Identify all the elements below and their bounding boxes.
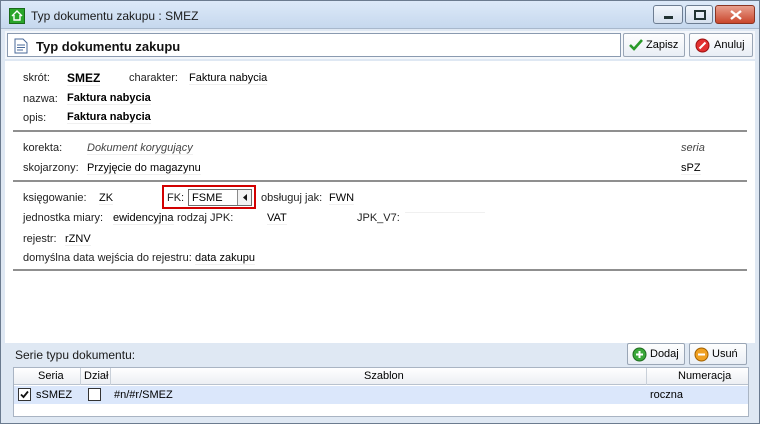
rejestr-value[interactable]: rZNV: [65, 233, 91, 246]
opis-value[interactable]: Faktura nabycia: [67, 111, 151, 124]
form-panel: skrót: SMEZ charakter: Faktura nabycia n…: [5, 61, 755, 343]
minimize-button[interactable]: [653, 5, 683, 24]
nazwa-value[interactable]: Faktura nabycia: [67, 92, 151, 105]
jpk-v7-label: JPK_V7:: [357, 212, 400, 224]
page-title: Typ dokumentu zakupu: [36, 39, 181, 54]
main-window: Typ dokumentu zakupu : SMEZ Typ dokument…: [0, 0, 760, 424]
remove-label: Usuń: [712, 348, 738, 360]
maximize-button[interactable]: [685, 5, 713, 24]
column-header-seria[interactable]: Seria: [38, 370, 64, 382]
column-header-szablon[interactable]: Szablon: [364, 370, 404, 382]
series-title: Serie typu dokumentu:: [15, 348, 136, 362]
fk-input[interactable]: FSME: [188, 189, 252, 206]
minimize-icon: [664, 16, 673, 19]
checkmark-icon: [629, 39, 643, 51]
save-label: Zapisz: [646, 39, 679, 51]
row-select-checkbox[interactable]: [18, 388, 31, 401]
seria-label: seria: [681, 142, 705, 154]
separator-1: [13, 130, 747, 132]
obsluguj-label: obsługuj jak:: [261, 192, 323, 204]
domyslna-data-value[interactable]: data zakupu: [195, 252, 255, 265]
series-section: Serie typu dokumentu: Dodaj Usuń Seria D…: [5, 343, 755, 421]
header-title-box: Typ dokumentu zakupu: [7, 33, 621, 57]
title-bar: Typ dokumentu zakupu : SMEZ: [1, 1, 759, 29]
remove-series-button[interactable]: Usuń: [689, 343, 747, 365]
domyslna-data-label: domyślna data wejścia do rejestru:: [23, 252, 192, 264]
korekta-value[interactable]: Dokument korygujący: [87, 142, 193, 155]
jednostka-value[interactable]: ewidencyjna: [113, 212, 174, 225]
column-divider: [110, 368, 111, 385]
row-szablon: #n/#r/SMEZ: [114, 389, 173, 401]
document-icon: [14, 38, 28, 54]
close-icon: [730, 10, 742, 20]
maximize-icon: [694, 10, 706, 20]
column-header-numeracja[interactable]: Numeracja: [678, 370, 731, 382]
obsluguj-value[interactable]: FWN: [329, 192, 355, 205]
charakter-value[interactable]: Faktura nabycia: [189, 72, 268, 85]
korekta-label: korekta:: [23, 142, 63, 154]
skojarzony-label: skojarzony:: [23, 162, 79, 174]
table-row[interactable]: sSMEZ #n/#r/SMEZ roczna: [14, 386, 748, 404]
jednostka-label: jednostka miary:: [23, 212, 104, 224]
skojarzony-value[interactable]: Przyjęcie do magazynu: [87, 162, 201, 175]
jpk-v7-value[interactable]: [405, 212, 485, 213]
save-button[interactable]: Zapisz: [623, 33, 685, 57]
separator-3: [13, 269, 747, 271]
cancel-button[interactable]: Anuluj: [689, 33, 753, 57]
remove-icon: [694, 347, 709, 362]
cancel-icon: [695, 38, 710, 53]
add-icon: [632, 347, 647, 362]
column-divider: [80, 368, 81, 385]
rodzaj-jpk-label: rodzaj JPK:: [177, 212, 234, 224]
ksiegowanie-label: księgowanie:: [23, 192, 87, 204]
caret-left-icon: [243, 194, 247, 201]
app-icon: [9, 8, 25, 24]
add-series-button[interactable]: Dodaj: [627, 343, 685, 365]
nazwa-label: nazwa:: [23, 93, 58, 105]
skojarzony-seria-value[interactable]: sPZ: [681, 162, 701, 175]
row-numeracja: roczna: [650, 389, 684, 401]
column-header-dzial[interactable]: Dział: [84, 370, 108, 382]
cancel-label: Anuluj: [714, 39, 745, 51]
row-seria: sSMEZ: [36, 389, 73, 401]
add-label: Dodaj: [650, 348, 679, 360]
grid-header: Seria Dział Szablon Numeracja: [14, 368, 748, 385]
ksiegowanie-value[interactable]: ZK: [99, 192, 114, 205]
charakter-label: charakter:: [129, 72, 178, 84]
checkmark-icon: [20, 390, 29, 399]
skrot-label: skrót:: [23, 72, 50, 84]
row-dzial-checkbox[interactable]: [88, 388, 101, 401]
rejestr-label: rejestr:: [23, 233, 57, 245]
window-title: Typ dokumentu zakupu : SMEZ: [31, 9, 199, 23]
series-grid: Seria Dział Szablon Numeracja sSMEZ #n/#…: [13, 367, 749, 417]
opis-label: opis:: [23, 112, 47, 124]
separator-2: [13, 180, 747, 182]
fk-value: FSME: [192, 192, 223, 204]
header-toolbar: Typ dokumentu zakupu Zapisz Anuluj: [5, 31, 755, 59]
close-button[interactable]: [715, 5, 755, 24]
rodzaj-jpk-value[interactable]: VAT: [267, 212, 287, 225]
fk-label: FK:: [167, 192, 185, 204]
column-divider: [646, 368, 647, 385]
fk-dropdown-button[interactable]: [237, 190, 251, 205]
skrot-value[interactable]: SMEZ: [67, 71, 101, 86]
